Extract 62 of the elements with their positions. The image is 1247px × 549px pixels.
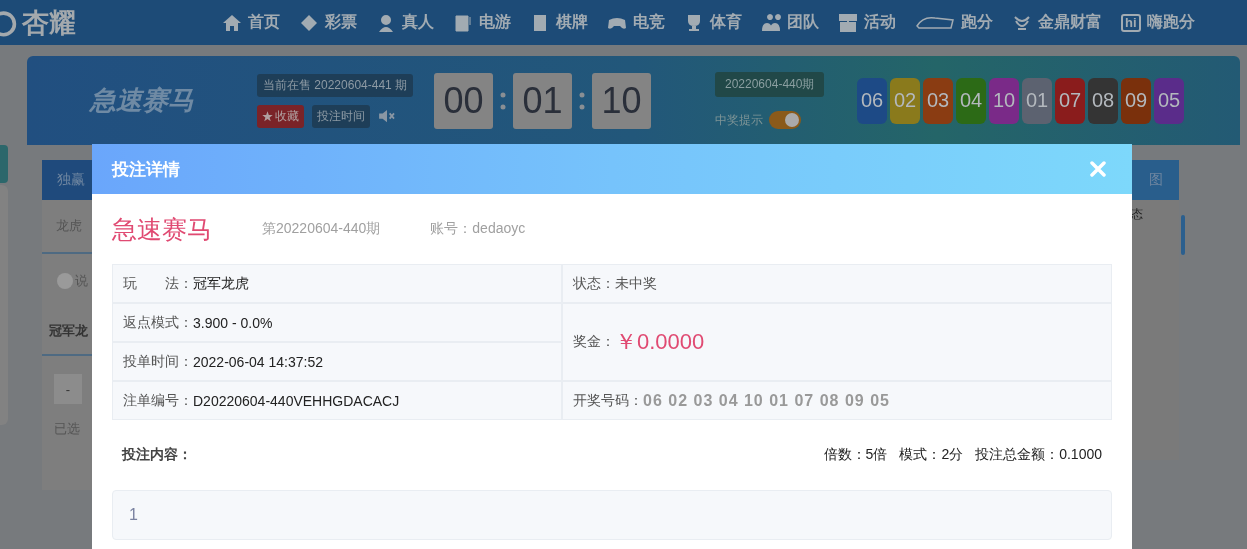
nav-item[interactable]: 金鼎财富 [1012,12,1102,33]
content-label: 投注内容： [122,446,192,464]
field-value: D20220604-440VEHHGDACACJ [193,392,400,409]
nav-item[interactable]: 跑分 [915,12,993,33]
bet-summary-item: 倍数：5倍 [823,446,888,464]
countdown-digits: 00 [434,72,493,129]
field-label: 开奖号码： [573,391,643,410]
person-icon [376,12,396,33]
nav-item[interactable]: 电游 [453,12,511,33]
nav-item[interactable]: hi 嗨跑分 [1121,12,1195,33]
prize-amount: ￥0.0000 [615,328,705,356]
game-logo: 急速赛马 [88,84,195,117]
issue-number: 第20220604-440期 [262,220,381,238]
colon-icon [500,90,506,111]
field-label: 返点模式： [123,313,193,332]
account-name: 账号：dedaoyc [430,220,526,238]
last-issue: 20220604-440期 [715,72,825,97]
logo[interactable]: 杏耀 [22,4,76,41]
nav-item[interactable]: 彩票 [299,12,357,33]
bet-time-button[interactable]: 投注时间 [312,104,370,128]
play-tab[interactable]: 独赢 [42,160,92,200]
colon-icon [579,90,585,111]
field-label: 状态： [573,274,615,293]
favorite-button[interactable]: 收藏 [257,104,304,128]
field-label: 玩 法： [123,274,193,293]
nav-item[interactable]: 真人 [376,12,434,33]
current-issue: 当前在售 20220604-441 期 [257,73,414,97]
countdown-digits: 10 [592,72,651,129]
nav-item[interactable]: 体育 [684,12,742,33]
field-value: 冠军龙虎 [193,274,249,293]
home-icon [222,12,242,33]
win-alert-label: 中奖提示 [715,111,763,129]
people-icon [761,12,781,33]
side-tab[interactable] [0,145,8,183]
dialog-title: 投注详情 [112,158,180,181]
column-header: 态 [1131,206,1144,223]
field-value: 3.900 - 0.0% [193,314,273,331]
gift-icon [838,12,858,33]
mute-icon[interactable] [378,109,396,123]
field-label: 奖金： [573,333,615,351]
field-value: 2022-06-04 14:37:52 [193,353,323,370]
game-name: 急速赛马 [112,213,212,245]
nav-item[interactable]: 活动 [838,12,896,33]
close-button[interactable] [1090,161,1106,177]
star-icon [262,110,273,122]
scrollbar-thumb[interactable] [1181,215,1185,255]
bet-content: 1 [129,506,138,524]
nav-item[interactable]: 团队 [761,12,819,33]
win-alert-toggle[interactable] [769,111,801,129]
info-icon [57,273,73,289]
field-value: 未中奖 [615,274,657,293]
field-label: 注单编号： [123,391,193,410]
minus-button[interactable]: - [54,374,82,404]
hi-icon: hi [1121,13,1141,32]
draw-numbers: 06 02 03 04 10 01 07 08 09 05 [643,391,890,410]
countdown-digits: 01 [513,72,572,129]
bet-summary-item: 模式：2分 [899,446,964,464]
bet-summary-item: 投注总金额：0.1000 [975,446,1102,464]
field-label: 投单时间： [123,352,193,371]
nav-item[interactable]: 电竞 [607,12,665,33]
nav-item[interactable]: 棋牌 [530,12,588,33]
nav-item[interactable]: 首页 [222,12,280,33]
